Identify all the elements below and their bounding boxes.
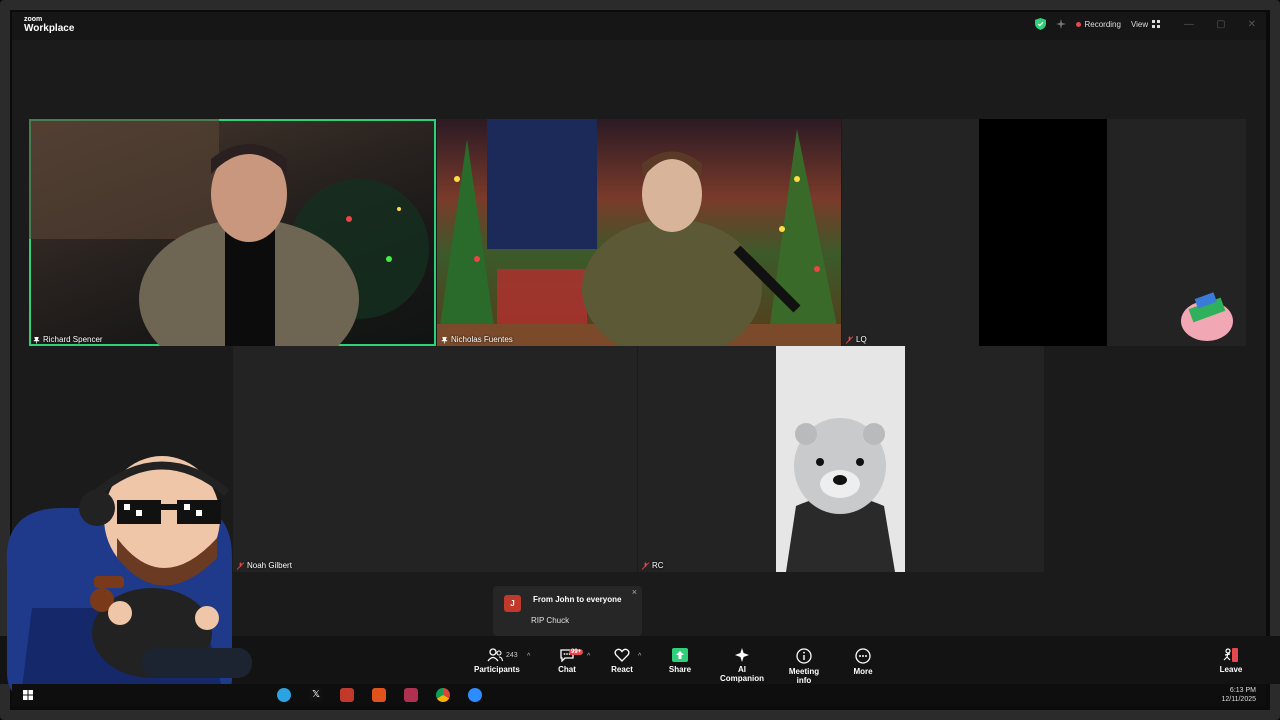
video-tile-lq[interactable]: LQ — [842, 119, 1246, 346]
meeting-info-button[interactable]: Meeting info — [781, 648, 827, 685]
react-chevron-icon[interactable]: ^ — [638, 653, 641, 660]
chat-notification[interactable]: J From John to everyone RIP Chuck × — [493, 586, 642, 636]
ai-companion-icon — [735, 648, 749, 662]
more-label: More — [853, 667, 873, 676]
participant-name: Richard Spencer — [43, 335, 103, 344]
share-label: Share — [668, 665, 692, 674]
info-icon — [796, 648, 812, 664]
recording-label: Recording — [1084, 19, 1121, 29]
participant-name-label: Nicholas Fuentes — [441, 335, 513, 344]
app-icon[interactable] — [340, 688, 354, 702]
participants-chevron-icon[interactable]: ^ — [527, 653, 530, 660]
participant-name: LQ — [856, 335, 867, 344]
ai-companion-button[interactable]: AI Companion — [716, 648, 768, 683]
share-icon — [672, 648, 688, 662]
pin-icon — [441, 336, 448, 343]
telegram-icon[interactable] — [277, 688, 291, 702]
view-label: View — [1130, 19, 1149, 29]
streamer-avatar-overlay — [6, 456, 252, 703]
participants-count: 243 — [506, 652, 518, 659]
more-icon — [855, 648, 871, 664]
react-label: React — [611, 665, 633, 674]
windows-taskbar: 6:13 PM 12/11/2025 — [12, 684, 1266, 706]
video-tile-noah-gilbert[interactable]: Noah Gilbert — [233, 346, 637, 572]
close-icon[interactable]: × — [632, 587, 637, 597]
logo-small-text: zoom — [24, 16, 43, 23]
chat-label: Chat — [558, 665, 576, 674]
chrome-icon[interactable] — [436, 688, 450, 702]
participants-icon — [487, 648, 503, 662]
video-tile-nicholas-fuentes[interactable]: Nicholas Fuentes — [437, 119, 841, 346]
heart-icon — [614, 648, 630, 662]
participant-name-label: RC — [642, 561, 664, 570]
recording-dot-icon — [1076, 21, 1082, 27]
clock-date: 12/11/2025 — [1221, 695, 1256, 703]
participant-name-label: Richard Spencer — [33, 335, 103, 344]
mic-muted-icon — [846, 335, 853, 344]
brave-browser-icon[interactable] — [372, 688, 386, 702]
notification-message: RIP Chuck — [531, 616, 570, 625]
bear-avatar-image — [786, 418, 895, 572]
windows-start-icon[interactable] — [23, 690, 33, 700]
maximize-icon[interactable]: ▢ — [1216, 19, 1225, 30]
sender-avatar: J — [504, 595, 521, 612]
grid-icon — [1152, 20, 1161, 28]
recording-indicator[interactable]: Recording — [1076, 19, 1121, 29]
participant-name: RC — [652, 561, 664, 570]
participant-video — [29, 119, 429, 346]
logo-big-text: Workplace — [24, 23, 75, 34]
more-button[interactable]: More — [852, 648, 874, 676]
clock-time: 6:13 PM — [1229, 687, 1256, 694]
x-app-icon[interactable]: 𝕏 — [309, 688, 323, 702]
zoom-app-icon[interactable] — [468, 688, 482, 702]
participant-name-label: LQ — [846, 335, 867, 344]
vpn-app-icon[interactable] — [404, 688, 418, 702]
react-button[interactable]: React — [609, 648, 635, 674]
participants-button[interactable]: Participants 243 — [474, 648, 520, 674]
black-video-area — [979, 119, 1107, 346]
share-button[interactable]: Share — [668, 648, 692, 674]
pin-icon — [33, 336, 40, 343]
system-clock[interactable]: 6:13 PM 12/11/2025 — [1221, 687, 1256, 705]
participants-label: Participants — [474, 665, 520, 674]
chat-unread-badge: 99+ — [569, 649, 584, 655]
mic-muted-icon — [642, 561, 649, 570]
view-button[interactable]: View — [1130, 19, 1161, 29]
chat-chevron-icon[interactable]: ^ — [587, 653, 590, 660]
minimize-icon[interactable]: — — [1184, 19, 1194, 30]
video-tile-richard-spencer[interactable]: Richard Spencer — [29, 119, 436, 346]
shield-icon[interactable] — [1035, 18, 1047, 30]
leave-label: Leave — [1219, 665, 1243, 674]
title-bar: zoom Workplace Recording View — ▢ ✕ — [12, 12, 1266, 40]
notification-title: From John to everyone — [533, 595, 622, 604]
sparkle-icon[interactable] — [1056, 19, 1067, 29]
title-bar-controls: Recording View — ▢ ✕ — [1035, 18, 1256, 30]
avatar-image — [1181, 292, 1233, 341]
ai-companion-label: AI Companion — [720, 665, 764, 683]
leave-icon — [1223, 648, 1238, 662]
zoom-logo: zoom Workplace — [24, 16, 74, 34]
video-tile-rc[interactable]: RC — [638, 346, 1044, 572]
participant-name: Nicholas Fuentes — [451, 335, 513, 344]
participant-video — [437, 119, 841, 346]
leave-button[interactable]: Leave — [1218, 648, 1244, 674]
meeting-info-label: Meeting info — [788, 667, 820, 685]
close-window-icon[interactable]: ✕ — [1248, 19, 1256, 30]
